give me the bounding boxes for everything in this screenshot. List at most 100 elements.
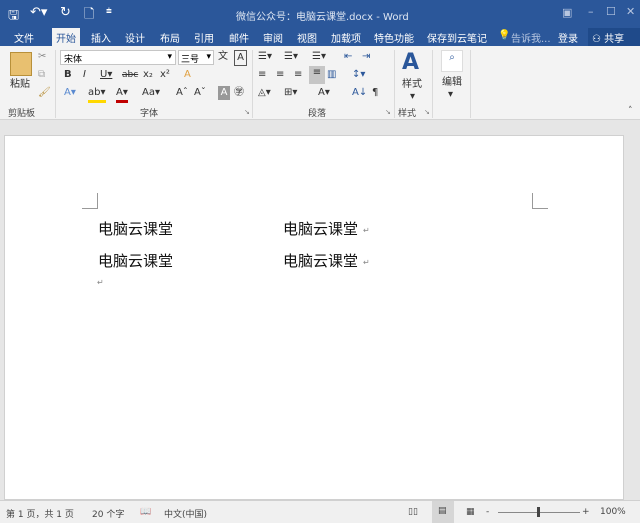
status-bar: 第 1 页，共 1 页 20 个字 📖 中文(中国) ▯▯ ▤ ▦ - + 10…: [0, 500, 640, 523]
sort-icon[interactable]: A↓: [352, 86, 367, 100]
justify-icon[interactable]: ≡: [309, 66, 325, 84]
find-icon[interactable]: ⌕: [441, 50, 463, 72]
tab-design[interactable]: 设计: [125, 30, 145, 45]
text-effects-icon[interactable]: A▾: [64, 86, 76, 100]
align-center-icon[interactable]: ≡: [276, 68, 284, 82]
clear-format-icon[interactable]: A: [184, 68, 191, 82]
strikethrough-icon[interactable]: abc: [122, 68, 138, 82]
styles-icon[interactable]: A: [402, 50, 419, 76]
line-spacing-icon[interactable]: ↕▾: [352, 68, 365, 82]
multilevel-list-icon[interactable]: ☰▾: [312, 50, 326, 64]
chevron-down-icon: ▾: [206, 52, 211, 62]
chinese-layout-icon[interactable]: A▾: [318, 86, 330, 100]
font-group-label: 字体: [140, 109, 159, 119]
zoom-level[interactable]: 100%: [600, 507, 626, 517]
char-border-icon[interactable]: A: [234, 50, 247, 66]
chevron-down-icon: ▾: [410, 91, 416, 102]
tab-layout[interactable]: 布局: [160, 30, 180, 45]
format-painter-icon[interactable]: 🖌: [38, 86, 51, 100]
cut-icon[interactable]: ✂: [38, 50, 46, 64]
tell-me-input[interactable]: 告诉我...: [511, 30, 551, 45]
tab-save-cloud[interactable]: 保存到云笔记: [427, 30, 487, 45]
shading-icon[interactable]: ◬▾: [258, 86, 271, 100]
tab-home[interactable]: 开始: [52, 28, 80, 46]
zoom-in-button[interactable]: +: [582, 507, 590, 517]
highlight-icon[interactable]: ab▾: [88, 86, 106, 103]
superscript-icon[interactable]: x²: [160, 68, 170, 82]
paragraph-mark: ↵: [363, 226, 370, 235]
tab-addins[interactable]: 加载项: [331, 30, 361, 45]
vertical-scrollbar[interactable]: [626, 120, 640, 500]
styles-group-label: 样式: [398, 109, 417, 119]
customize-icon[interactable]: ⩧: [106, 6, 112, 17]
char-shading-icon[interactable]: A: [218, 86, 230, 100]
redo-icon[interactable]: ↻: [60, 5, 71, 20]
minimize-icon[interactable]: –: [588, 5, 594, 18]
new-doc-icon[interactable]: 🗋: [84, 5, 94, 27]
title-bar: 🖫 ↶▾ ↻ 🗋 ⩧ 微信公众号：电脑云课堂.docx - Word ▣ – ☐…: [0, 0, 640, 28]
subscript-icon[interactable]: x₂: [143, 68, 153, 82]
decrease-indent-icon[interactable]: ⇤: [344, 50, 352, 64]
ribbon: 粘贴 ✂ ⧉ 🖌 剪贴板 宋体 ▾ 三号 ▾ 文 A B I U▾ abc x₂ x…: [0, 46, 640, 120]
page-count[interactable]: 第 1 页，共 1 页: [6, 507, 74, 520]
login-button[interactable]: 登录: [558, 30, 578, 45]
collapse-ribbon-icon[interactable]: ˄: [628, 106, 633, 116]
ribbon-display-icon[interactable]: ▣: [562, 6, 572, 19]
show-marks-icon[interactable]: ¶: [372, 86, 378, 100]
tab-features[interactable]: 特色功能: [374, 30, 414, 45]
bullets-icon[interactable]: ☰▾: [258, 50, 272, 64]
italic-icon[interactable]: I: [83, 68, 86, 82]
print-layout-icon[interactable]: ▤: [432, 501, 454, 523]
dialog-launcher-icon[interactable]: ↘: [385, 108, 391, 116]
paragraph-mark: ↵: [97, 278, 104, 287]
align-right-icon[interactable]: ≡: [294, 68, 302, 82]
tab-file[interactable]: 文件: [14, 30, 34, 45]
paste-button[interactable]: 粘贴: [10, 78, 30, 92]
font-name-select[interactable]: 宋体 ▾: [60, 50, 176, 65]
text-line-1-col-2[interactable]: 电脑云课堂: [283, 218, 358, 239]
maximize-icon[interactable]: ☐: [606, 5, 616, 18]
paste-icon[interactable]: [10, 52, 32, 76]
word-count[interactable]: 20 个字: [92, 507, 124, 520]
paragraph-mark: ↵: [363, 258, 370, 267]
font-color-icon[interactable]: A▾: [116, 86, 128, 103]
dialog-launcher-icon[interactable]: ↘: [244, 108, 250, 116]
undo-icon[interactable]: ↶▾: [30, 5, 47, 20]
tab-insert[interactable]: 插入: [91, 30, 111, 45]
grow-font-icon[interactable]: Aˆ: [176, 86, 188, 100]
margin-corner: [532, 193, 548, 209]
increase-indent-icon[interactable]: ⇥: [362, 50, 370, 64]
text-line-1-col-1[interactable]: 电脑云课堂: [98, 218, 173, 239]
tab-references[interactable]: 引用: [194, 30, 214, 45]
enclose-char-icon[interactable]: ㊫: [234, 86, 244, 100]
web-layout-icon[interactable]: ▦: [466, 507, 475, 517]
zoom-out-button[interactable]: -: [486, 507, 489, 517]
person-icon: ⚇: [592, 34, 601, 45]
copy-icon[interactable]: ⧉: [38, 68, 45, 82]
language[interactable]: 中文(中国): [164, 507, 207, 520]
align-left-icon[interactable]: ≡: [258, 68, 266, 82]
zoom-slider-thumb[interactable]: [537, 507, 540, 517]
change-case-icon[interactable]: Aa▾: [142, 86, 160, 100]
font-size-select[interactable]: 三号 ▾: [178, 50, 214, 65]
numbering-icon[interactable]: ☰▾: [284, 50, 298, 64]
tab-review[interactable]: 审阅: [263, 30, 283, 45]
save-icon[interactable]: 🖫: [8, 6, 19, 28]
share-button[interactable]: ⚇ 共享: [588, 28, 640, 46]
text-line-2-col-2[interactable]: 电脑云课堂: [283, 250, 358, 271]
tab-mailings[interactable]: 邮件: [229, 30, 249, 45]
proofing-icon[interactable]: 📖: [140, 507, 151, 517]
phonetic-guide-icon[interactable]: 文: [218, 50, 228, 64]
borders-icon[interactable]: ⊞▾: [284, 86, 297, 100]
text-line-2-col-1[interactable]: 电脑云课堂: [98, 250, 173, 271]
distributed-icon[interactable]: ▥: [327, 68, 336, 82]
tab-view[interactable]: 视图: [297, 30, 317, 45]
clipboard-group-label: 剪贴板: [8, 109, 36, 119]
underline-icon[interactable]: U▾: [100, 68, 112, 82]
dialog-launcher-icon[interactable]: ↘: [424, 108, 430, 116]
close-icon[interactable]: ✕: [626, 5, 635, 18]
document-page[interactable]: 电脑云课堂 电脑云课堂 ↵ 电脑云课堂 电脑云课堂 ↵ ↵: [4, 135, 624, 500]
shrink-font-icon[interactable]: Aˇ: [194, 86, 206, 100]
read-mode-icon[interactable]: ▯▯: [408, 507, 418, 517]
bold-icon[interactable]: B: [64, 68, 72, 82]
